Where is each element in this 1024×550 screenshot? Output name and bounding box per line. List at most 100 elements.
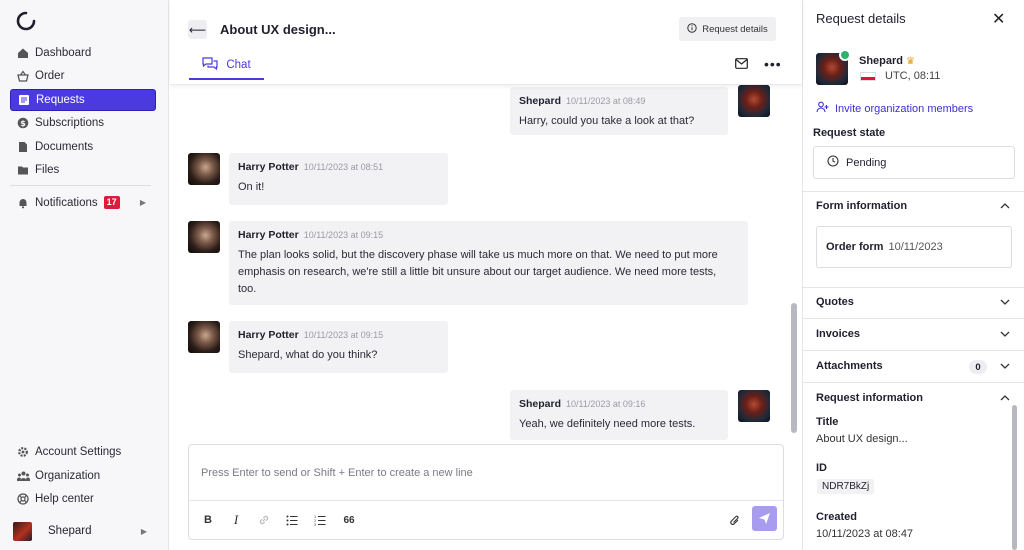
message-author: Shepard <box>519 398 562 410</box>
request-state-select[interactable]: Pending <box>813 146 1015 179</box>
bottom-nav: Account Settings Organization Help cente… <box>10 441 156 512</box>
chat-scrollbar[interactable] <box>791 303 797 433</box>
sidebar-item-dashboard[interactable]: Dashboard <box>10 42 156 64</box>
sidebar-item-subscriptions[interactable]: $ Subscriptions <box>10 112 156 134</box>
invoices-header[interactable]: Invoices <box>816 328 860 340</box>
id-value[interactable]: NDR7BkZj <box>817 479 875 494</box>
people-icon <box>16 469 30 483</box>
chevron-right-icon: ▶ <box>140 526 147 536</box>
chevron-down-icon[interactable] <box>1000 362 1010 372</box>
numbered-list-icon[interactable]: 123 <box>311 512 329 528</box>
message-timestamp: 10/11/2023 at 09:15 <box>303 230 384 240</box>
mail-icon[interactable] <box>735 58 748 72</box>
message-header: Harry Potter 10/11/2023 at 09:15 <box>238 229 739 241</box>
close-icon[interactable]: ✕ <box>992 9 1005 29</box>
more-options-icon[interactable]: ••• <box>764 56 782 72</box>
request-details-button[interactable]: Request details <box>679 17 776 41</box>
gear-icon <box>16 445 30 459</box>
sidebar-item-help-center[interactable]: Help center <box>10 488 156 510</box>
avatar[interactable] <box>188 321 220 353</box>
svg-text:$: $ <box>20 119 26 128</box>
divider <box>803 318 1024 319</box>
panel-scrollbar[interactable] <box>1012 405 1017 550</box>
chevron-up-icon[interactable] <box>1000 393 1010 403</box>
italic-icon[interactable]: I <box>227 512 245 528</box>
invite-members-link[interactable]: Invite organization members <box>816 101 973 116</box>
order-form-item[interactable]: Order form 10/11/2023 <box>816 226 1012 268</box>
sidebar-item-organization[interactable]: Organization <box>10 465 156 487</box>
sidebar-item-label: Documents <box>35 140 94 153</box>
message-bubble: Harry Potter 10/11/2023 at 08:51 On it! <box>229 153 448 205</box>
main-nav: Dashboard Order Requests $ Subscriptions… <box>10 42 156 215</box>
chevron-right-icon: ▶ <box>139 198 146 208</box>
bold-icon[interactable]: B <box>199 512 217 528</box>
chevron-down-icon[interactable] <box>1000 298 1010 308</box>
request-information-header[interactable]: Request information <box>816 392 923 404</box>
chat-main: ⟵ About UX design... Request details Cha… <box>170 0 802 550</box>
message-input[interactable] <box>189 445 783 501</box>
message-timestamp: 10/11/2023 at 09:15 <box>303 330 384 340</box>
message-bubble: Harry Potter 10/11/2023 at 09:15 The plan… <box>229 221 748 305</box>
message-list: Shepard 10/11/2023 at 08:49 Harry, could … <box>170 85 802 443</box>
attachment-icon[interactable] <box>726 512 744 528</box>
message-bubble: Shepard 10/11/2023 at 09:16 Yeah, we defi… <box>510 390 728 440</box>
divider <box>803 382 1024 383</box>
sidebar-item-requests[interactable]: Requests <box>10 88 156 111</box>
arrow-left-icon: ⟵ <box>188 22 207 37</box>
link-icon[interactable] <box>255 512 273 528</box>
sidebar-item-files[interactable]: Files <box>10 159 156 181</box>
nav-divider <box>10 184 151 186</box>
sidebar-item-account-settings[interactable]: Account Settings <box>10 441 156 463</box>
home-icon <box>16 46 30 60</box>
message-author: Harry Potter <box>238 229 299 241</box>
basket-icon <box>16 69 30 83</box>
chevron-down-icon[interactable] <box>1000 330 1010 340</box>
quote-icon[interactable]: 66 <box>340 512 358 528</box>
request-state-label: Request state <box>813 127 886 139</box>
folder-icon <box>16 163 30 177</box>
avatar[interactable] <box>738 85 770 117</box>
quotes-header[interactable]: Quotes <box>816 296 854 308</box>
sidebar-item-label: Help center <box>35 493 94 506</box>
request-details-button-label: Request details <box>702 23 768 35</box>
notification-count-badge: 17 <box>103 196 120 210</box>
tab-chat[interactable]: Chat <box>189 52 264 80</box>
id-label: ID <box>816 462 827 474</box>
chat-header: ⟵ About UX design... Request details Cha… <box>170 0 802 85</box>
crown-icon: ♛ <box>906 56 915 67</box>
chevron-up-icon[interactable] <box>1000 201 1010 211</box>
message-bubble: Shepard 10/11/2023 at 08:49 Harry, could … <box>510 87 728 135</box>
avatar[interactable] <box>738 390 770 422</box>
avatar[interactable] <box>188 221 220 253</box>
back-button[interactable]: ⟵ <box>188 20 207 39</box>
sidebar-item-label: Subscriptions <box>35 117 105 130</box>
current-user-menu[interactable]: Shepard ▶ <box>13 521 153 541</box>
app-logo-icon[interactable] <box>16 11 36 31</box>
created-label: Created <box>816 511 857 523</box>
message-composer: B I 123 66 <box>188 444 784 540</box>
form-information-header[interactable]: Form information <box>816 200 907 212</box>
message-text: The plan looks solid, but the discovery … <box>238 249 718 295</box>
help-icon <box>16 492 30 506</box>
requests-icon <box>17 93 31 107</box>
sidebar-item-label: Notifications <box>35 196 98 209</box>
sidebar-item-notifications[interactable]: Notifications 17 ▶ <box>10 192 156 214</box>
attachments-count-badge: 0 <box>969 360 987 374</box>
add-user-icon <box>816 101 829 116</box>
message-text: Yeah, we definitely need more tests. <box>519 418 696 430</box>
sidebar-item-label: Account Settings <box>35 446 122 458</box>
panel-title: Request details <box>816 11 906 26</box>
avatar[interactable] <box>188 153 220 185</box>
order-form-label: Order form <box>826 241 884 253</box>
message-text: On it! <box>238 181 265 193</box>
sidebar-item-label: Requests <box>36 93 85 106</box>
send-button[interactable] <box>752 506 777 531</box>
attachments-header[interactable]: Attachments <box>816 360 883 372</box>
send-icon <box>759 513 770 524</box>
requester-timezone: UTC, 08:11 <box>885 70 941 82</box>
poland-flag-icon <box>860 72 876 81</box>
sidebar-item-order[interactable]: Order <box>10 65 156 87</box>
sidebar-item-documents[interactable]: Documents <box>10 136 156 158</box>
document-icon <box>16 140 30 154</box>
bullet-list-icon[interactable] <box>283 512 301 528</box>
